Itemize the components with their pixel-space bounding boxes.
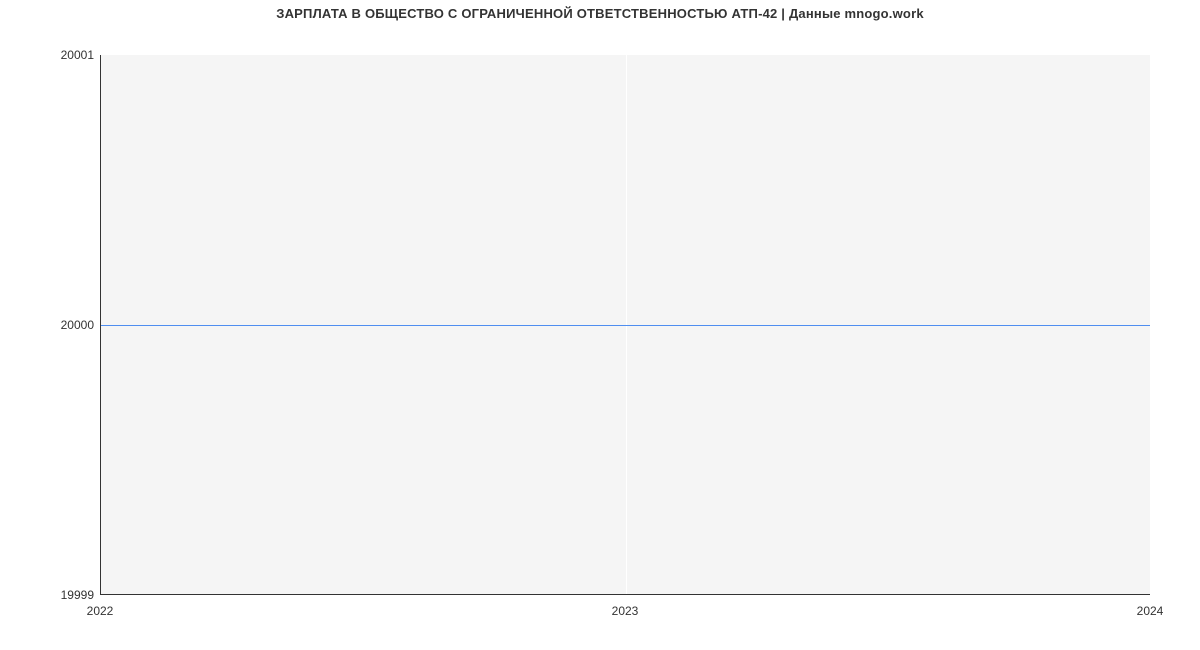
series-line-salary xyxy=(101,325,1150,326)
chart-title: ЗАРПЛАТА В ОБЩЕСТВО С ОГРАНИЧЕННОЙ ОТВЕТ… xyxy=(0,6,1200,21)
plot-area xyxy=(100,55,1150,595)
y-tick-label: 20001 xyxy=(4,48,94,62)
x-tick-label: 2023 xyxy=(612,604,639,618)
salary-line-chart: ЗАРПЛАТА В ОБЩЕСТВО С ОГРАНИЧЕННОЙ ОТВЕТ… xyxy=(0,0,1200,650)
y-tick-label: 20000 xyxy=(4,318,94,332)
x-tick-label: 2022 xyxy=(87,604,114,618)
gridline-vertical xyxy=(1150,55,1151,594)
y-tick-label: 19999 xyxy=(4,588,94,602)
x-tick-label: 2024 xyxy=(1137,604,1164,618)
